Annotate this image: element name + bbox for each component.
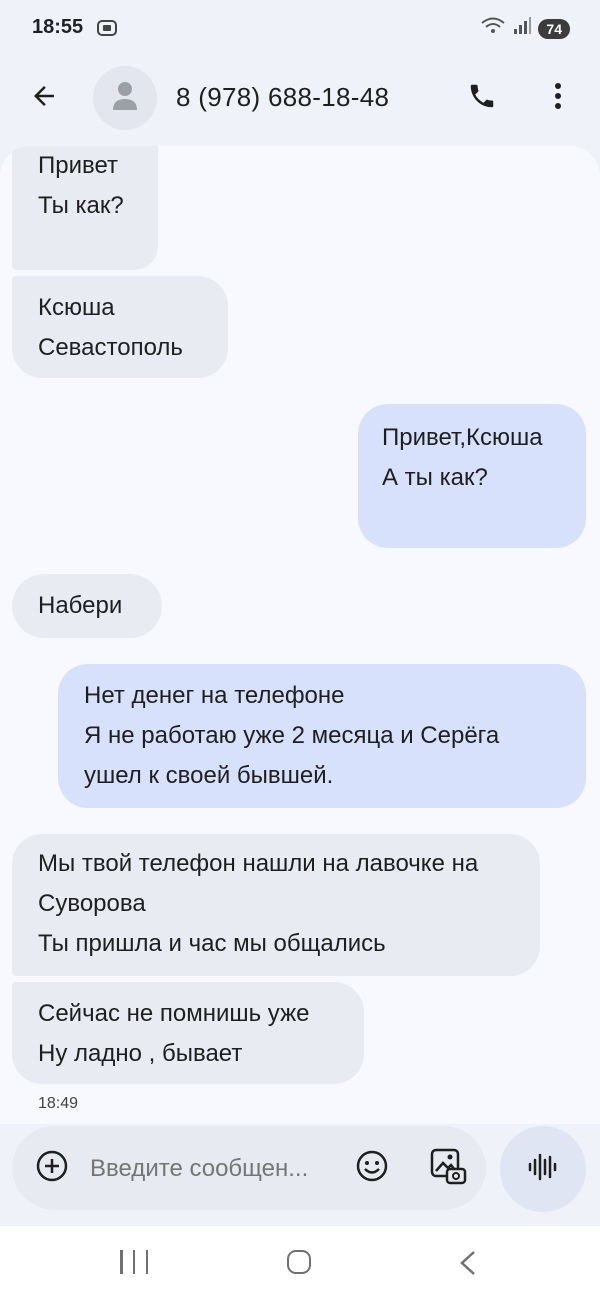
message-line: Сейчас не помнишь уже — [38, 1000, 310, 1027]
add-circle-icon — [35, 1149, 69, 1188]
message-input[interactable] — [88, 1150, 342, 1188]
wifi-icon — [480, 16, 506, 41]
message-bubble[interactable]: Привет Ты как? — [12, 146, 158, 270]
add-attachment-button[interactable] — [32, 1148, 72, 1188]
message-line: ушел к своей бывшей. — [84, 762, 334, 789]
message-line: Суворова — [38, 890, 146, 917]
message-line: Я не работаю уже 2 месяца и Серёга — [84, 722, 500, 749]
message-line: Мы твой телефон нашли на лавочке на — [38, 850, 479, 877]
message-line: Ты пришла и час мы общались — [38, 930, 386, 957]
message-composer — [12, 1126, 486, 1210]
battery-badge: 74 — [538, 18, 570, 39]
emoji-button[interactable] — [352, 1148, 392, 1188]
app-bar: 8 (978) 688-18-48 — [0, 62, 600, 134]
signal-icon — [512, 16, 532, 41]
arrow-left-icon — [29, 81, 59, 116]
message-line: Ксюша — [38, 294, 115, 321]
message-bubble[interactable]: Ксюша Севастополь — [12, 276, 228, 378]
voice-message-button[interactable] — [500, 1126, 586, 1212]
voice-waveform-icon — [527, 1151, 559, 1188]
message-bubble[interactable]: Привет,Ксюша А ты как? — [358, 404, 586, 548]
more-vert-icon — [554, 82, 562, 115]
back-button[interactable] — [24, 78, 64, 118]
message-bubble[interactable]: Нет денег на телефоне Я не работаю уже 2… — [58, 664, 586, 808]
gallery-button[interactable] — [426, 1146, 470, 1190]
system-nav-bar — [0, 1226, 600, 1299]
message-bubble[interactable]: Набери — [12, 574, 162, 638]
person-icon — [111, 80, 139, 117]
message-thread[interactable]: Привет Ты как? Ксюша Севастополь Привет,… — [0, 146, 600, 1124]
message-bubble[interactable]: Сейчас не помнишь уже Ну ладно , бывает — [12, 982, 364, 1084]
screen-record-icon — [96, 18, 118, 43]
message-line: Севастополь — [38, 334, 183, 361]
status-time: 18:55 — [32, 16, 84, 38]
message-timestamp: 18:49 — [38, 1095, 79, 1112]
message-line: Привет — [38, 152, 119, 179]
emoji-icon — [355, 1149, 389, 1188]
recents-button[interactable] — [120, 1250, 148, 1276]
message-line: Набери — [38, 592, 123, 619]
message-line: Ну ладно , бывает — [38, 1040, 243, 1067]
status-icons: 74 — [480, 16, 570, 41]
message-line: Привет,Ксюша — [382, 424, 543, 451]
home-button[interactable] — [287, 1250, 311, 1274]
status-bar: 18:55 74 — [0, 0, 600, 58]
avatar[interactable] — [93, 66, 157, 130]
message-line: А ты как? — [382, 464, 488, 491]
message-line: Ты как? — [38, 192, 124, 219]
phone-icon — [467, 81, 497, 116]
system-back-button[interactable] — [458, 1250, 478, 1281]
gallery-icon — [429, 1147, 467, 1190]
call-button[interactable] — [462, 78, 502, 118]
contact-name[interactable]: 8 (978) 688-18-48 — [176, 82, 389, 113]
more-options-button[interactable] — [538, 78, 578, 118]
message-bubble[interactable]: Мы твой телефон нашли на лавочке на Суво… — [12, 834, 540, 976]
message-line: Нет денег на телефоне — [84, 682, 345, 709]
